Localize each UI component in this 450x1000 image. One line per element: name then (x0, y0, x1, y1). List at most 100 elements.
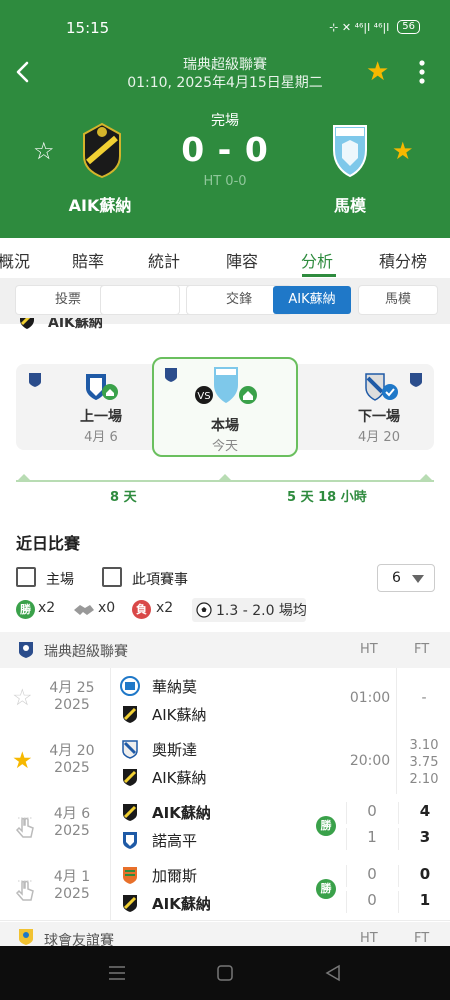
days-since-last: 8 天 (110, 490, 137, 505)
team-section-label: AIK蘇納 (48, 318, 103, 330)
ft-result: - (421, 690, 427, 706)
away-team-name[interactable]: 馬模 (290, 192, 410, 216)
league-icon (165, 368, 177, 382)
subtab-relations-box (101, 286, 179, 314)
odds-list: 3.10 3.75 2.10 (404, 737, 444, 788)
odds-away: 2.10 (409, 772, 439, 787)
system-navigation-bar (0, 946, 450, 1000)
network-icons: ⊹ ✕ ⁴⁶|l ⁴⁶|l (329, 20, 390, 34)
match-row[interactable]: 4月 1 2025 加爾斯 AIK蘇納 勝 0 0 0 1 (0, 857, 450, 921)
match-row[interactable]: ☆ 4月 25 2025 華納莫 AIK蘇納 01:00 - (0, 668, 450, 732)
ft-away-score: 3 (398, 828, 450, 850)
odds-home: 3.10 (409, 738, 439, 753)
ht-home-score: 0 (346, 865, 397, 887)
home-only-label[interactable]: 主場 (46, 569, 74, 589)
fixture-timeline: 8 天 5 天 18 小時 (16, 470, 434, 510)
draw-count: x0 (98, 600, 116, 616)
favorite-star-icon[interactable]: ☆ (12, 686, 33, 710)
osters-crest-icon (365, 373, 398, 401)
tap-pointer-icon (15, 880, 34, 901)
more-menu-icon[interactable] (412, 58, 432, 86)
match-header: 15:15 ⊹ ✕ ⁴⁶|l ⁴⁶|l 56 瑞典超級聯賽 01:10, 202… (0, 0, 450, 238)
ft-home-score: 4 (398, 802, 450, 824)
time-until-next: 5 天 18 小時 (287, 490, 367, 505)
row-date-cell: 4月 6 2025 (0, 794, 111, 857)
ifk-norrkoping-crest-icon (123, 832, 137, 849)
home-only-checkbox[interactable] (16, 567, 36, 587)
timeline-markers (16, 474, 434, 482)
favorite-star-icon[interactable]: ★ (12, 749, 33, 773)
league-icon (410, 373, 422, 387)
kickoff-time: 01:00 (349, 690, 391, 706)
tab-odds[interactable]: 賠率 (72, 248, 104, 272)
subtab-aik[interactable]: AIK蘇納 (273, 286, 351, 314)
battery-icon: 56 (397, 20, 420, 34)
previous-fixture[interactable]: 上一場 4月 6 (46, 372, 156, 445)
active-tab-indicator (302, 274, 336, 277)
row-date-cell: ★ 4月 20 2025 (0, 731, 111, 794)
main-tabs: 概況 賠率 統計 陣容 分析 積分榜 (0, 238, 450, 279)
tab-lineup[interactable]: 陣容 (226, 248, 258, 272)
varnamo-crest-icon (120, 676, 140, 696)
status-bar: 15:15 ⊹ ✕ ⁴⁶|l ⁴⁶|l 56 (0, 18, 450, 40)
match-date: 4月 6 2025 (53, 806, 91, 839)
handshake-icon (74, 605, 94, 615)
row-date-cell: 4月 1 2025 (0, 857, 111, 920)
malmo-crest-icon[interactable] (320, 120, 380, 180)
home-icon[interactable] (216, 964, 234, 982)
subtab-malmo[interactable]: 馬模 (359, 286, 437, 314)
halftime-score: HT 0-0 (203, 174, 247, 189)
aik-crest-icon (123, 804, 137, 821)
tab-standings[interactable]: 積分榜 (379, 248, 427, 272)
match-count-select[interactable]: 6 (377, 564, 435, 592)
league-icon (29, 373, 41, 387)
match-row[interactable]: ★ 4月 20 2025 奧斯達 AIK蘇納 20:00 3.10 3.75 2.… (0, 731, 450, 795)
match-date: 4月 20 2025 (49, 743, 95, 776)
this-competition-checkbox[interactable] (102, 567, 122, 587)
ifk-norrkoping-crest-icon (86, 374, 118, 400)
next-fixture-label: 下一場 (358, 409, 400, 425)
aik-crest-icon (123, 706, 137, 723)
away-team-star-icon[interactable]: ★ (392, 138, 414, 164)
prev-fixture-date: 4月 6 (84, 430, 118, 445)
home-team-name[interactable]: AIK蘇納 (40, 192, 160, 216)
status-icons: ⊹ ✕ ⁴⁶|l ⁴⁶|l 56 (329, 20, 420, 34)
tab-overview[interactable]: 概況 (0, 248, 30, 272)
soccer-ball-icon (196, 602, 212, 618)
menu-icon[interactable] (108, 965, 126, 981)
aik-crest-icon (123, 895, 137, 912)
goals-average: 1.3 - 2.0 場均 (192, 598, 307, 622)
win-count: x2 (38, 600, 56, 616)
favorite-star-icon[interactable]: ★ (366, 58, 389, 86)
friendly-league-icon (19, 929, 33, 945)
ht-away-score: 0 (346, 891, 397, 913)
status-time: 15:15 (66, 19, 110, 37)
malmo-crest-vs-icon: VS (195, 367, 257, 404)
win-badge-icon: 勝 (316, 879, 336, 899)
column-divider (396, 668, 397, 731)
tap-pointer-icon (15, 817, 34, 838)
match-count-value: 6 (392, 570, 401, 586)
aik-crest-icon (123, 769, 137, 786)
win-badge-icon: 勝 (316, 816, 336, 836)
goals-average-text: 1.3 - 2.0 場均 (216, 603, 307, 619)
match-row[interactable]: 4月 6 2025 AIK蘇納 諾高平 勝 0 1 4 3 (0, 794, 450, 858)
back-icon[interactable] (324, 964, 342, 982)
prev-fixture-label: 上一場 (80, 409, 122, 425)
tab-analysis[interactable]: 分析 (301, 248, 333, 272)
tab-stats[interactable]: 統計 (148, 248, 180, 272)
this-competition-label[interactable]: 此項賽事 (132, 569, 188, 589)
league-icon (19, 642, 33, 658)
league-group-header: 球會友誼賽 HT FT (0, 922, 450, 946)
next-fixture-date: 4月 20 (358, 430, 400, 445)
current-fixture[interactable]: VS 本場 今天 (152, 357, 298, 457)
loss-badge-icon: 負 (132, 600, 151, 619)
ft-home-score: 0 (398, 865, 450, 887)
match-date: 4月 1 2025 (53, 869, 91, 902)
current-fixture-label: 本場 (211, 418, 239, 434)
svg-text:VS: VS (197, 391, 210, 402)
league-group-header: 瑞典超級聯賽 HT FT (0, 632, 450, 668)
match-status: 完場 (211, 113, 239, 129)
ft-column-header: FT (414, 931, 430, 946)
ft-column-header: FT (414, 642, 430, 657)
